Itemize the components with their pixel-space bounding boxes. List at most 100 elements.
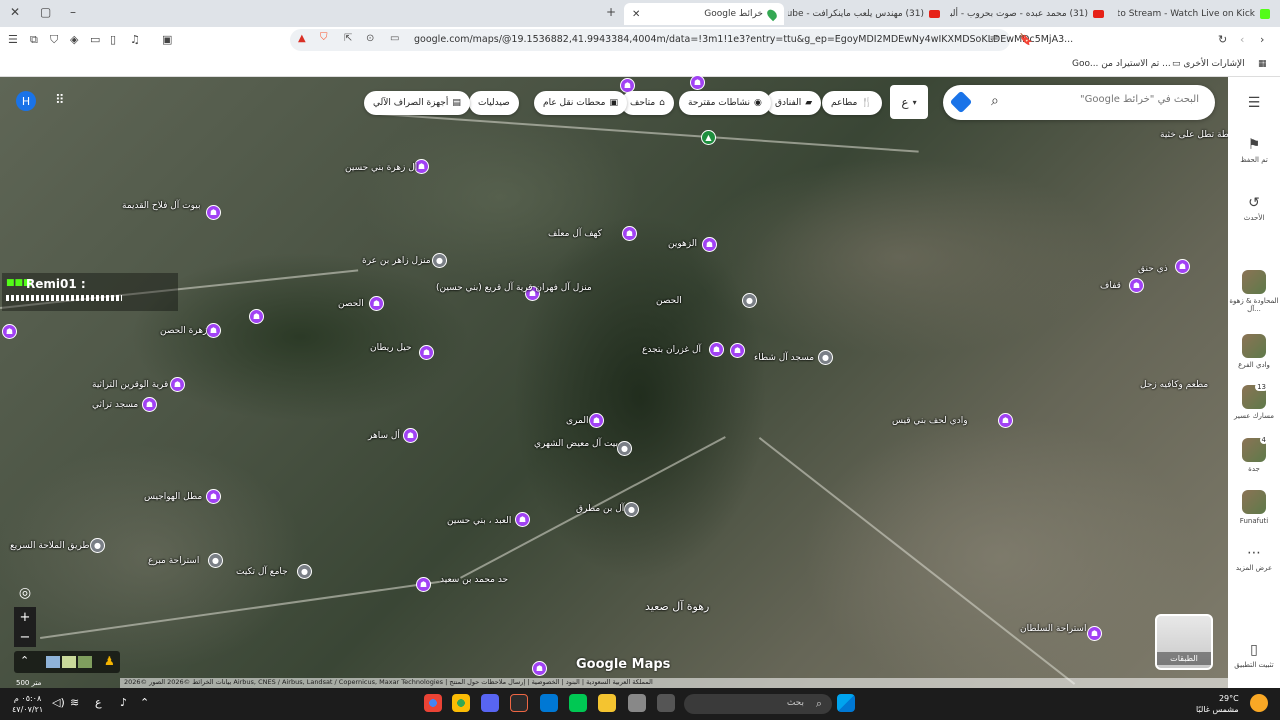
rail-place-4[interactable]: 4 جدة [1228, 436, 1280, 473]
app-icon[interactable] [569, 694, 587, 712]
search-icon[interactable]: ⌕ [991, 93, 999, 109]
map-pin[interactable]: ☗ [403, 428, 418, 443]
map-pin[interactable]: ☗ [170, 377, 185, 392]
map-pin[interactable]: ● [90, 538, 105, 553]
zoom-icon[interactable]: ⊙ [366, 33, 374, 44]
map-pin[interactable]: ☗ [532, 661, 547, 676]
place-label[interactable]: المرى [566, 416, 588, 426]
zoom-in-button[interactable]: + [14, 607, 36, 627]
wallet-icon[interactable]: ◈ [70, 33, 78, 46]
task-view-icon[interactable] [657, 694, 675, 712]
wifi-icon[interactable]: ≋ [70, 696, 79, 709]
map-pin[interactable]: ● [297, 564, 312, 579]
rail-menu[interactable]: ☰ [1228, 95, 1280, 114]
terrain-icon[interactable] [62, 656, 76, 668]
place-label[interactable]: كهف آل معلف [548, 229, 602, 239]
map-pin[interactable]: ☗ [690, 75, 705, 90]
volume-icon[interactable]: ◁) [52, 696, 65, 709]
place-label[interactable]: جامع آل تكيت [236, 567, 288, 577]
weather-widget[interactable]: 29°C مشمس غالبًا [1196, 693, 1239, 715]
scale-bar[interactable]: 500 متر [16, 679, 41, 687]
place-label[interactable]: قرية الوقرين التراثية [92, 380, 168, 390]
place-label[interactable]: مطعم وكافيه زحل [1140, 380, 1208, 390]
edge-icon[interactable] [540, 694, 558, 712]
place-label[interactable]: حد محمد بن سعيد [440, 575, 508, 585]
map-pin[interactable]: ☗ [416, 577, 431, 592]
map-pin[interactable]: ☗ [2, 324, 17, 339]
file-explorer-icon[interactable] [598, 694, 616, 712]
map-pin[interactable]: ☗ [1129, 278, 1144, 293]
pegman-icon[interactable]: ♟ [104, 654, 115, 668]
place-label[interactable]: آل غزران بتجدع [642, 345, 701, 355]
tab-view-icon[interactable]: ▣ [162, 33, 172, 46]
place-label[interactable]: ال زهرة بني حسين [345, 163, 417, 173]
place-label[interactable]: الحصن [338, 299, 364, 309]
mic-icon[interactable]: ♪ [120, 696, 127, 709]
map-pin[interactable]: ● [818, 350, 833, 365]
place-label[interactable]: بيوت آل فلاح القديمة [122, 201, 201, 211]
app-icon[interactable] [510, 694, 528, 712]
new-tab-icon[interactable]: + [606, 5, 616, 19]
windows-start-icon[interactable] [837, 694, 855, 712]
extensions-icon[interactable]: ⧉ [30, 33, 38, 47]
map-pin[interactable]: ▲ [701, 130, 716, 145]
satellite-icon[interactable] [78, 656, 92, 668]
chip-museums[interactable]: ⌂ متاحف [621, 91, 674, 115]
map-pin[interactable]: ☗ [369, 296, 384, 311]
map-pin[interactable]: ☗ [142, 397, 157, 412]
rail-install-app[interactable]: ▯ تثبيت التطبيق [1228, 642, 1280, 669]
expand-icon[interactable]: ⌃ [20, 654, 29, 667]
chip-things-to-do[interactable]: ◉ نشاطات مقترحة [679, 91, 771, 115]
map-pin[interactable]: ● [624, 502, 639, 517]
bookmark-page-icon[interactable]: 🔖 [1019, 33, 1033, 46]
taskbar-search[interactable]: ⌕ بحث [684, 694, 832, 714]
account-avatar[interactable]: H [16, 91, 36, 111]
close-window-icon[interactable]: ✕ [10, 5, 20, 19]
place-label[interactable]: أل ساهر [368, 431, 400, 441]
maximize-icon[interactable]: ▢ [40, 5, 51, 19]
map-pin[interactable]: ☗ [515, 512, 530, 527]
rail-place-2[interactable]: وادي الفرع [1228, 334, 1280, 369]
minimize-icon[interactable]: – [70, 5, 76, 19]
zoom-out-button[interactable]: − [14, 627, 36, 647]
place-label[interactable]: مسجد تراثي [92, 400, 138, 410]
bookmark-other[interactable]: ▭ الإشارات الأخرى [1172, 59, 1245, 69]
rail-place-1[interactable]: المحاودة & زهوة آل... [1228, 270, 1280, 313]
map-pin[interactable]: ☗ [709, 342, 724, 357]
clock[interactable]: ٠٥:٠٨ م ٤٧/٠٧/٢١ [12, 693, 43, 715]
map-pin[interactable]: ☗ [589, 413, 604, 428]
layers-button[interactable]: الطبقات [1155, 614, 1213, 670]
forward-icon[interactable]: › [1260, 33, 1264, 46]
map-pin[interactable]: ● [742, 293, 757, 308]
map-pin[interactable]: ● [617, 441, 632, 456]
search-input[interactable] [1069, 94, 1199, 105]
place-label[interactable]: ذي حنق [1138, 264, 1168, 274]
place-label[interactable]: استراحة السلطان [1020, 624, 1086, 634]
chip-pharmacies[interactable]: صيدليات [469, 91, 519, 115]
tray-chevron-icon[interactable]: ⌃ [140, 696, 149, 709]
map-pin[interactable]: ☗ [1087, 626, 1102, 641]
rail-place-3[interactable]: 13 مسارك عسير [1228, 383, 1280, 420]
place-label[interactable]: وادي لحف بني قيس [892, 416, 968, 426]
place-label[interactable]: مطل الهواجيس [144, 492, 202, 502]
apps-grid-icon[interactable]: ⠿ [55, 93, 65, 108]
place-label[interactable]: آل بن مطرق [576, 504, 624, 514]
place-label[interactable]: طريق الملاحة السريع [10, 541, 90, 551]
store-icon[interactable] [628, 694, 646, 712]
back-icon[interactable]: ‹ [1240, 33, 1244, 46]
place-label[interactable]: منزل زاهر بن عرة [362, 256, 431, 266]
discord-icon[interactable] [481, 694, 499, 712]
brave-shield-icon[interactable]: ⛉ [320, 32, 328, 43]
menu-icon[interactable]: ☰ [8, 33, 18, 46]
address-bar[interactable]: ▲ ⛉ ⇱ ⊙ ▭ google.com/maps/@19.1536882,41… [290, 29, 1073, 51]
shield-icon[interactable]: ⛉ [50, 33, 58, 47]
map-pin[interactable]: ☗ [998, 413, 1013, 428]
map-pin[interactable]: ☗ [730, 343, 745, 358]
map-pin[interactable]: ● [432, 253, 447, 268]
map-pin[interactable]: ☗ [1175, 259, 1190, 274]
bookmark-imported[interactable]: Goo... تم الاستيراد من ... [1072, 59, 1171, 69]
map-pin[interactable]: ☗ [702, 237, 717, 252]
input-language-button[interactable]: ع ▾ [890, 85, 928, 119]
close-tab-icon[interactable]: ✕ [632, 9, 640, 20]
tab-kick[interactable]: Mojito Stream - Watch Live on Kick [1118, 3, 1278, 25]
